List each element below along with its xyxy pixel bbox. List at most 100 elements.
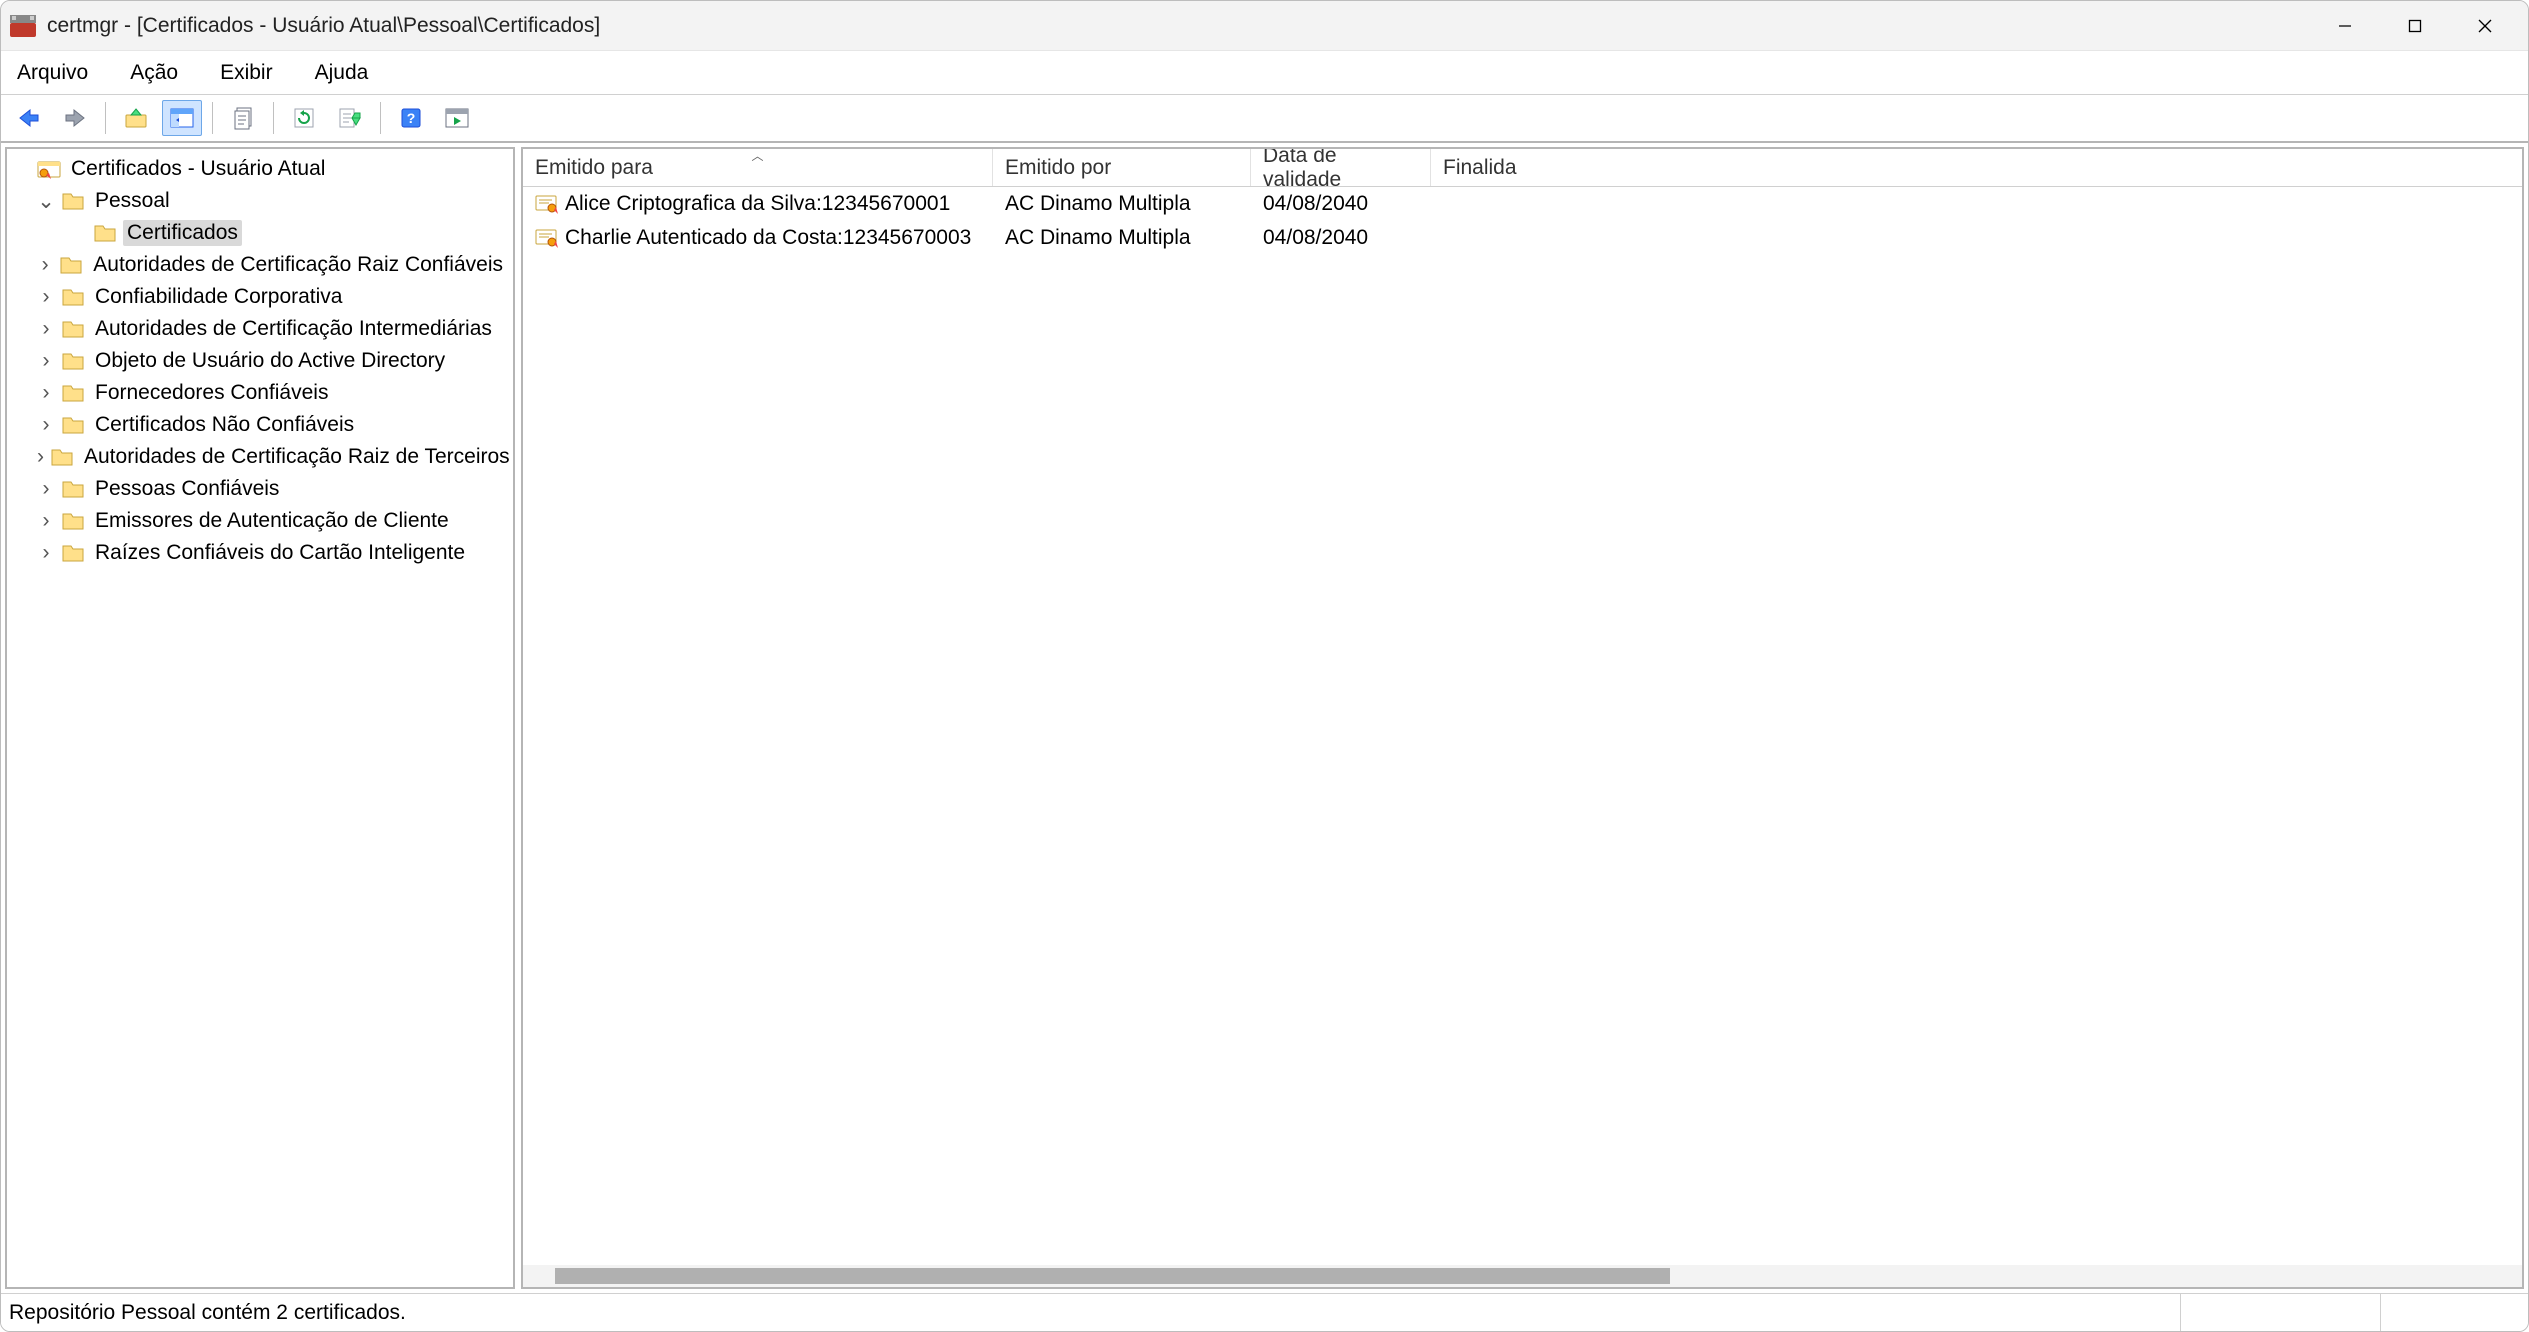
menu-help[interactable]: Ajuda	[309, 57, 375, 89]
toolbar-separator	[273, 102, 274, 134]
chevron-right-icon[interactable]: ›	[37, 541, 55, 565]
status-segment	[2180, 1294, 2380, 1331]
help-button[interactable]: ?	[391, 100, 431, 136]
tree-item[interactable]: ⌄ Pessoal	[13, 185, 507, 217]
chevron-right-icon[interactable]: ›	[37, 349, 55, 373]
toolbar-separator	[380, 102, 381, 134]
toolbar: ?	[1, 95, 2528, 143]
statusbar: Repositório Pessoal contém 2 certificado…	[1, 1293, 2528, 1331]
back-button[interactable]	[9, 100, 49, 136]
chevron-right-icon[interactable]: ›	[37, 285, 55, 309]
minimize-button[interactable]	[2310, 1, 2380, 51]
scrollbar-thumb[interactable]	[555, 1268, 1670, 1284]
menu-file[interactable]: Arquivo	[11, 57, 94, 89]
scrollbar-track	[527, 1268, 2518, 1284]
cell-expiry: 04/08/2040	[1251, 192, 1431, 216]
console-icon	[37, 159, 61, 179]
close-button[interactable]	[2450, 1, 2520, 51]
folder-icon	[93, 223, 117, 243]
tree-item[interactable]: ›Pessoas Confiáveis	[13, 473, 507, 505]
folder-icon	[61, 191, 85, 211]
tree-item-label: Certificados	[123, 220, 242, 246]
tree-root[interactable]: Certificados - Usuário Atual	[13, 153, 507, 185]
tree-item-label: Emissores de Autenticação de Cliente	[91, 508, 453, 534]
chevron-right-icon[interactable]: ›	[37, 413, 55, 437]
tree-item[interactable]: ›Objeto de Usuário do Active Directory	[13, 345, 507, 377]
titlebar: certmgr - [Certificados - Usuário Atual\…	[1, 1, 2528, 51]
tree-item[interactable]: Certificados	[13, 217, 507, 249]
refresh-button[interactable]	[284, 100, 324, 136]
forward-button[interactable]	[55, 100, 95, 136]
tree-item[interactable]: ›Certificados Não Confiáveis	[13, 409, 507, 441]
folder-icon	[61, 319, 85, 339]
column-purpose[interactable]: Finalida	[1431, 149, 2522, 186]
svg-text:?: ?	[407, 110, 416, 126]
folder-icon	[61, 479, 85, 499]
cell-issued-to: Alice Criptografica da Silva:12345670001	[523, 192, 993, 216]
menubar: Arquivo Ação Exibir Ajuda	[1, 51, 2528, 95]
tree-item[interactable]: › Autoridades de Certificação Intermediár…	[13, 313, 507, 345]
tree-item-label: Autoridades de Certificação Intermediári…	[91, 316, 496, 342]
window: certmgr - [Certificados - Usuário Atual\…	[0, 0, 2529, 1332]
chevron-right-icon[interactable]: ›	[37, 317, 55, 341]
column-issued-by[interactable]: Emitido por	[993, 149, 1251, 186]
tree-item[interactable]: ›Autoridades de Certificação Raiz de Ter…	[13, 441, 507, 473]
status-segment	[2380, 1294, 2520, 1331]
maximize-button[interactable]	[2380, 1, 2450, 51]
cell-issued-by: AC Dinamo Multipla	[993, 226, 1251, 250]
horizontal-scrollbar[interactable]	[523, 1265, 2522, 1287]
folder-icon	[61, 543, 85, 563]
menu-action[interactable]: Ação	[124, 57, 184, 89]
menu-view[interactable]: Exibir	[214, 57, 279, 89]
folder-icon	[61, 511, 85, 531]
app-icon	[9, 14, 37, 38]
tree-item[interactable]: › Raízes Confiáveis do Cartão Inteligente	[13, 537, 507, 569]
tree-root-label: Certificados - Usuário Atual	[67, 156, 329, 182]
tree-item-label: Confiabilidade Corporativa	[91, 284, 346, 310]
table-row[interactable]: Charlie Autenticado da Costa:12345670003…	[523, 221, 2522, 255]
chevron-right-icon[interactable]: ›	[37, 445, 44, 469]
column-issued-to-label: Emitido para	[535, 156, 653, 180]
column-issued-to[interactable]: ︿ Emitido para	[523, 149, 993, 186]
toolbar-separator	[212, 102, 213, 134]
toolbar-separator	[105, 102, 106, 134]
tree: Certificados - Usuário Atual ⌄ Pessoal Cer…	[7, 149, 513, 573]
folder-icon	[61, 287, 85, 307]
tree-item[interactable]: › Confiabilidade Corporativa	[13, 281, 507, 313]
tree-item-label: Autoridades de Certificação Raiz de Terc…	[80, 444, 514, 470]
tree-item[interactable]: › Fornecedores Confiáveis	[13, 377, 507, 409]
tree-item-label: Pessoal	[91, 188, 174, 214]
cell-issued-to: Charlie Autenticado da Costa:12345670003	[523, 226, 993, 250]
folder-icon	[61, 415, 85, 435]
chevron-right-icon[interactable]: ›	[37, 253, 53, 277]
folder-icon	[59, 255, 83, 275]
options-button[interactable]	[437, 100, 477, 136]
column-expiry-label: Data de validade	[1263, 147, 1418, 192]
chevron-right-icon[interactable]: ›	[37, 381, 55, 405]
tree-item[interactable]: › Emissores de Autenticação de Cliente	[13, 505, 507, 537]
tree-item-label: Fornecedores Confiáveis	[91, 380, 332, 406]
status-text: Repositório Pessoal contém 2 certificado…	[9, 1301, 2180, 1325]
chevron-down-icon[interactable]: ⌄	[37, 189, 55, 214]
column-expiry[interactable]: Data de validade	[1251, 149, 1431, 186]
cell-expiry: 04/08/2040	[1251, 226, 1431, 250]
properties-button[interactable]	[223, 100, 263, 136]
column-issued-by-label: Emitido por	[1005, 156, 1111, 180]
folder-icon	[50, 447, 74, 467]
tree-item[interactable]: › Autoridades de Certificação Raiz Confiá…	[13, 249, 507, 281]
up-button[interactable]	[116, 100, 156, 136]
tree-item-label: Raízes Confiáveis do Cartão Inteligente	[91, 540, 469, 566]
tree-item-label: Autoridades de Certificação Raiz Confiáv…	[89, 252, 507, 278]
chevron-right-icon[interactable]: ›	[37, 477, 55, 501]
window-title: certmgr - [Certificados - Usuário Atual\…	[47, 14, 600, 38]
table-row[interactable]: Alice Criptografica da Silva:12345670001…	[523, 187, 2522, 221]
column-purpose-label: Finalida	[1443, 156, 1517, 180]
export-list-button[interactable]	[330, 100, 370, 136]
certificate-icon	[535, 228, 559, 248]
folder-icon	[61, 351, 85, 371]
show-hide-tree-button[interactable]	[162, 100, 202, 136]
tree-pane[interactable]: Certificados - Usuário Atual ⌄ Pessoal Cer…	[5, 147, 515, 1289]
list-pane[interactable]: ︿ Emitido para Emitido por Data de valid…	[521, 147, 2524, 1289]
cell-issued-by: AC Dinamo Multipla	[993, 192, 1251, 216]
chevron-right-icon[interactable]: ›	[37, 509, 55, 533]
